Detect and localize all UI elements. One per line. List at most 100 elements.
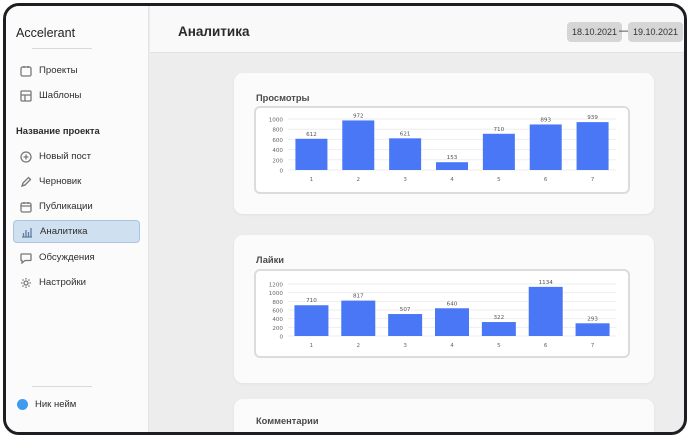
sidebar-item-templates[interactable]: Шаблоны [13,84,140,107]
bar-5 [482,133,515,170]
sidebar-item-new-post[interactable]: Новый пост [13,145,140,168]
sidebar-item-publications[interactable]: Публикации [13,195,140,218]
pencil-icon [19,175,33,189]
comments-card: Комментарии [234,399,654,432]
projects-icon [19,64,33,78]
brand-logo-text[interactable]: Accelerant [16,26,75,40]
bar-3 [388,314,423,336]
bar-1 [295,138,328,170]
x-tick-label: 5 [497,343,501,349]
data-label: 972 [353,113,364,119]
page-title: Аналитика [178,24,250,39]
likes-chart-svg: 0 200 400 600 800 1000 1200 710 1 817 2 507 3 640 4 322… [269,280,616,349]
date-to-picker[interactable]: 19.10.2021 [628,22,684,42]
sidebar-item-label: Настройки [39,277,87,288]
sidebar-item-label: Шаблоны [39,90,82,101]
bar-7 [576,122,609,170]
data-label: 153 [447,155,458,161]
sidebar-item-settings[interactable]: Настройки [13,271,140,294]
sidebar-item-projects[interactable]: Проекты [13,59,140,82]
data-label: 640 [447,301,458,307]
user-name: Ник нейм [35,399,77,410]
bar-1 [294,305,329,336]
bar-4 [435,308,469,336]
gear-icon [19,276,33,290]
data-label: 1134 [539,280,554,286]
user-profile[interactable]: Ник нейм [17,399,76,410]
y-tick-label: 200 [272,158,283,164]
views-card: Просмотры 0 200 400 600 800 1000 612 1 972 2 621 3 1… [234,73,654,214]
x-tick-label: 7 [591,343,595,349]
sidebar-item-label: Черновик [39,176,82,187]
plus-circle-icon [19,150,33,164]
y-tick-label: 400 [272,317,283,323]
x-tick-label: 2 [357,177,361,183]
views-chart-svg: 0 200 400 600 800 1000 612 1 972 2 621 3 153 4 710 5 893… [269,113,616,183]
x-tick-label: 6 [544,343,548,349]
x-tick-label: 1 [310,177,314,183]
x-tick-label: 3 [403,177,407,183]
app-window: Accelerant Проекты Шаблоны Название прое… [3,3,687,435]
bar-5 [481,322,516,336]
sidebar-item-analytics[interactable]: Аналитика [13,220,140,243]
bar-3 [389,138,422,170]
x-tick-label: 5 [497,177,501,183]
y-tick-label: 0 [279,169,283,175]
sidebar-divider [32,48,92,49]
sidebar-item-draft[interactable]: Черновик [13,170,140,193]
data-label: 507 [400,307,411,313]
bar-7 [575,323,610,336]
views-card-title: Просмотры [256,93,310,103]
data-label: 322 [494,315,505,321]
bar-2 [342,120,375,170]
y-tick-label: 600 [272,138,283,144]
data-label: 621 [400,131,411,137]
templates-icon [19,89,33,103]
y-tick-label: 200 [272,326,283,332]
x-tick-label: 6 [544,177,548,183]
header: Аналитика 18.10.2021 — 19.10.2021 [150,6,684,53]
likes-card: Лайки 0 200 400 600 800 1000 1200 710 1 817 2 507 3 6… [234,235,654,383]
likes-chart: 0 200 400 600 800 1000 1200 710 1 817 2 507 3 640 4 322… [254,269,630,358]
sidebar-item-label: Новый пост [39,151,92,162]
y-tick-label: 800 [272,128,283,134]
data-label: 893 [540,117,551,123]
x-tick-label: 2 [357,343,361,349]
sidebar-item-label: Обсуждения [39,252,95,263]
calendar-icon [19,200,33,214]
y-tick-label: 1200 [269,283,284,289]
sidebar-item-discussions[interactable]: Обсуждения [13,246,140,269]
data-label: 710 [494,127,505,133]
x-tick-label: 3 [403,343,407,349]
views-chart: 0 200 400 600 800 1000 612 1 972 2 621 3 153 4 710 5 893… [254,106,630,194]
y-tick-label: 0 [279,335,283,341]
comments-card-title: Комментарии [256,416,319,426]
avatar [17,399,28,410]
data-label: 293 [587,316,598,322]
sidebar: Accelerant Проекты Шаблоны Название прое… [6,6,149,432]
data-label: 939 [587,115,598,121]
sidebar-item-label: Проекты [39,65,78,76]
likes-card-title: Лайки [256,255,285,265]
sidebar-item-label: Публикации [39,201,93,212]
chat-icon [19,251,33,265]
bar-2 [341,300,376,336]
y-tick-label: 1000 [269,118,284,124]
x-tick-label: 7 [591,177,595,183]
bar-chart-icon [20,225,34,239]
project-section-title: Название проекта [16,125,100,136]
data-label: 710 [306,298,317,304]
bar-6 [528,286,563,336]
x-tick-label: 1 [310,343,314,349]
y-tick-label: 600 [272,309,283,315]
x-tick-label: 4 [450,343,454,349]
date-from-picker[interactable]: 18.10.2021 [567,22,623,42]
y-tick-label: 400 [272,148,283,154]
x-tick-label: 4 [450,177,454,183]
y-tick-label: 800 [272,300,283,306]
bar-4 [436,162,468,170]
sidebar-divider [32,386,92,387]
sidebar-item-label: Аналитика [40,226,88,237]
data-label: 817 [353,294,364,300]
bar-6 [529,124,562,170]
